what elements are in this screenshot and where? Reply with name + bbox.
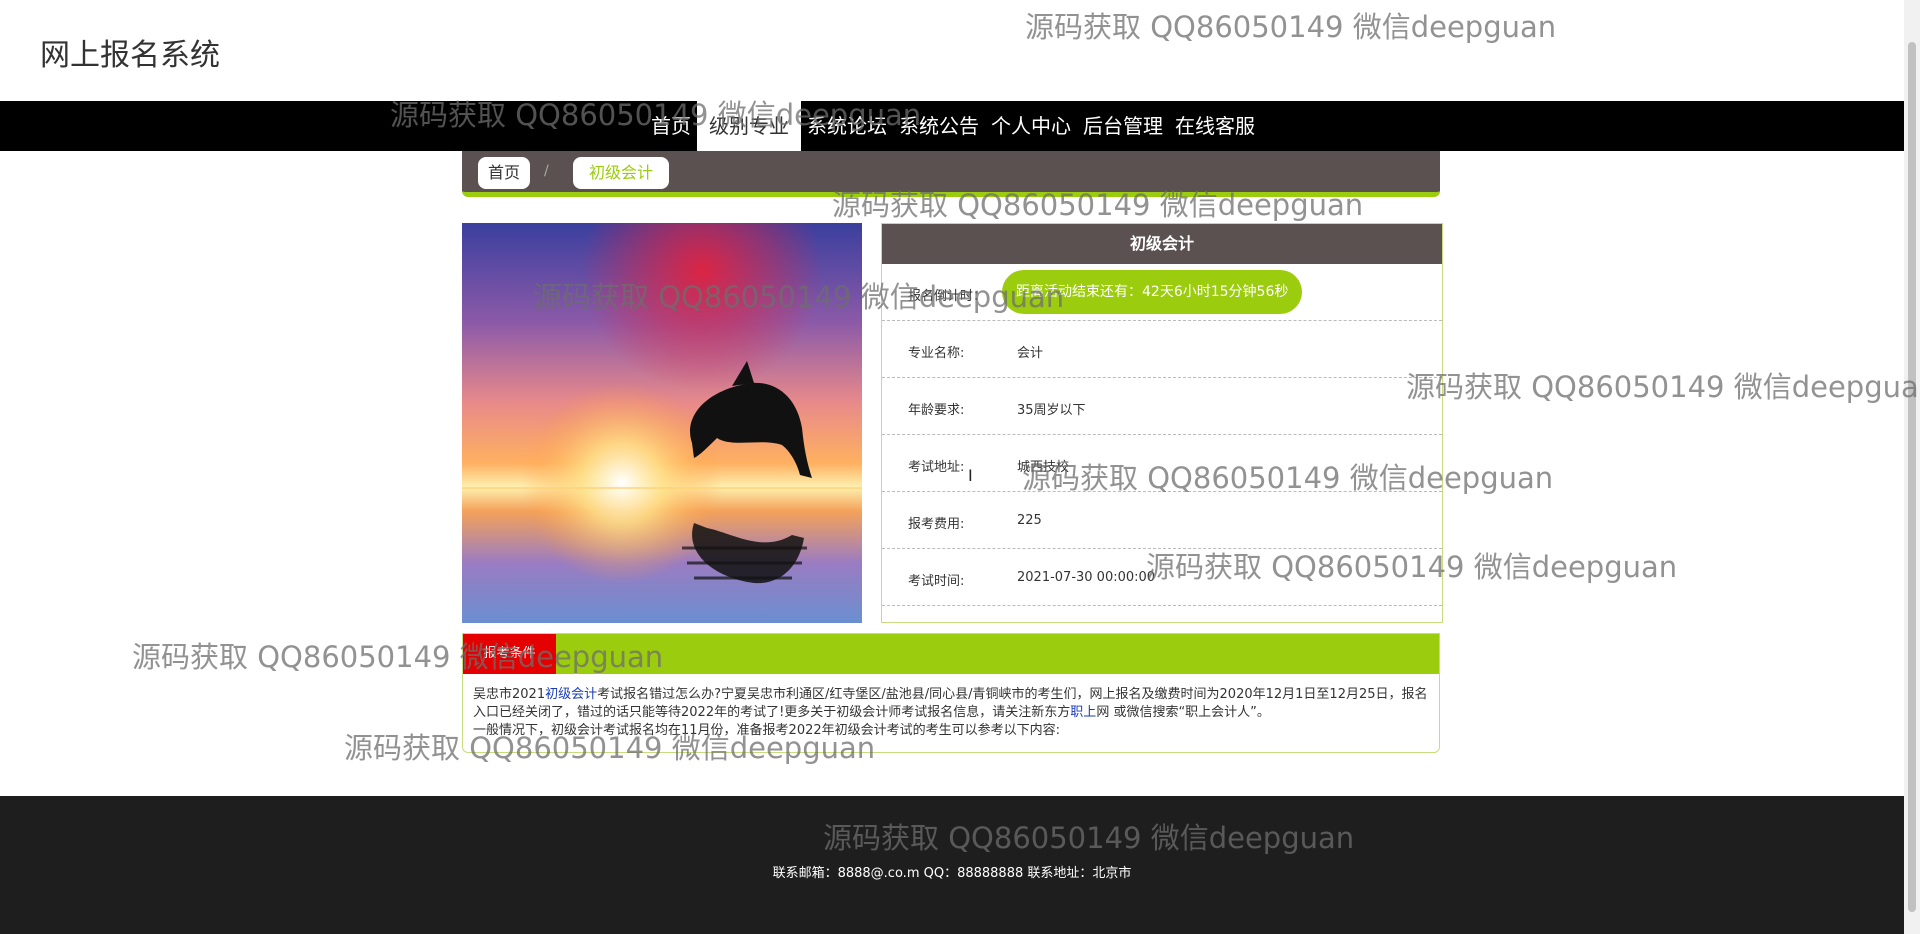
conditions-text-part: 网 或微信搜索“职上会计人”。 [1096,705,1270,720]
footer-contact: 联系邮箱：8888@.co.m QQ：88888888 联系地址：北京市 [772,866,1132,881]
countdown-label: 报名倒计时： [908,289,987,304]
detail-title: 初级会计 [882,224,1442,264]
detail-row: 专业名称: 会计 [882,321,1442,378]
nav-item-announcements[interactable]: 系统公告 [893,101,985,151]
detail-label: 考试地址: [908,460,965,475]
watermark: 源码获取 QQ86050149 微信deepguan [1406,370,1920,404]
nav-item-support[interactable]: 在线客服 [1169,101,1261,151]
nav-item-majors[interactable]: 级别专业 [697,101,801,151]
scrollbar[interactable] [1904,0,1920,934]
zhishang-link[interactable]: 职上 [1070,705,1096,720]
conditions-text: 吴忠市2021初级会计考试报名错过怎么办?宁夏吴忠市利通区/红寺堡区/盐池县/同… [463,674,1439,740]
detail-row: 年龄要求: 35周岁以下 [882,378,1442,435]
countdown-row: 报名倒计时： 距离活动结束还有：42天6小时15分钟56秒 [882,264,1442,321]
watermark: 源码获取 QQ86050149 微信deepguan [1025,10,1557,44]
detail-row: 考试时间: 2021-07-30 00:00:00 [882,549,1442,606]
conditions-text-part: 考试报名错过怎么办?宁夏吴忠市利通区/红寺堡区/盐池县/同心县/青铜峡市的考生们… [473,687,1428,720]
conditions-text-part: 一般情况下，初级会计考试报名均在11月份，准备报考2022年初级会计考试的考生可… [473,723,1061,738]
product-image [462,223,862,623]
nav-item-forum[interactable]: 系统论坛 [801,101,893,151]
breadcrumb-current[interactable]: 初级会计 [573,157,670,189]
conditions-tab[interactable]: 报考条件 [463,634,556,674]
accounting-link[interactable]: 初级会计 [545,687,597,702]
text-cursor-icon: I [968,466,973,485]
site-title: 网上报名系统 [40,38,220,73]
footer: 联系邮箱：8888@.co.m QQ：88888888 联系地址：北京市 [0,796,1904,934]
detail-row: 报考费用: 225 [882,492,1442,549]
conditions-panel: 报考条件 吴忠市2021初级会计考试报名错过怎么办?宁夏吴忠市利通区/红寺堡区/… [462,633,1440,753]
detail-row: 考试地址: 城西技校 [882,435,1442,492]
nav-item-profile[interactable]: 个人中心 [985,101,1077,151]
detail-label: 报考费用: [908,517,965,532]
detail-label: 考试时间: [908,574,965,589]
breadcrumb: 首页 / 初级会计 [462,151,1440,197]
detail-label: 年龄要求: [908,403,965,418]
breadcrumb-home[interactable]: 首页 [478,157,531,189]
detail-label: 专业名称: [908,346,965,361]
countdown-badge: 距离活动结束还有：42天6小时15分钟56秒 [1002,270,1303,314]
detail-value: 会计 [1017,346,1044,361]
detail-value: 2021-07-30 00:00:00 [1017,570,1156,585]
detail-panel: 初级会计 报名倒计时： 距离活动结束还有：42天6小时15分钟56秒 专业名称:… [881,223,1443,623]
nav-item-home[interactable]: 首页 [645,101,697,151]
conditions-header: 报考条件 [463,634,1439,674]
detail-value: 35周岁以下 [1017,403,1086,418]
breadcrumb-separator: / [544,163,549,179]
main-nav: 首页 级别专业 系统论坛 系统公告 个人中心 后台管理 在线客服 [0,101,1904,151]
detail-value: 城西技校 [1017,460,1070,475]
scrollbar-thumb[interactable] [1908,42,1916,912]
dolphin-sunset-image [462,223,862,623]
nav-item-admin[interactable]: 后台管理 [1077,101,1169,151]
conditions-text-part: 吴忠市2021 [473,687,546,702]
detail-value: 225 [1017,513,1042,528]
